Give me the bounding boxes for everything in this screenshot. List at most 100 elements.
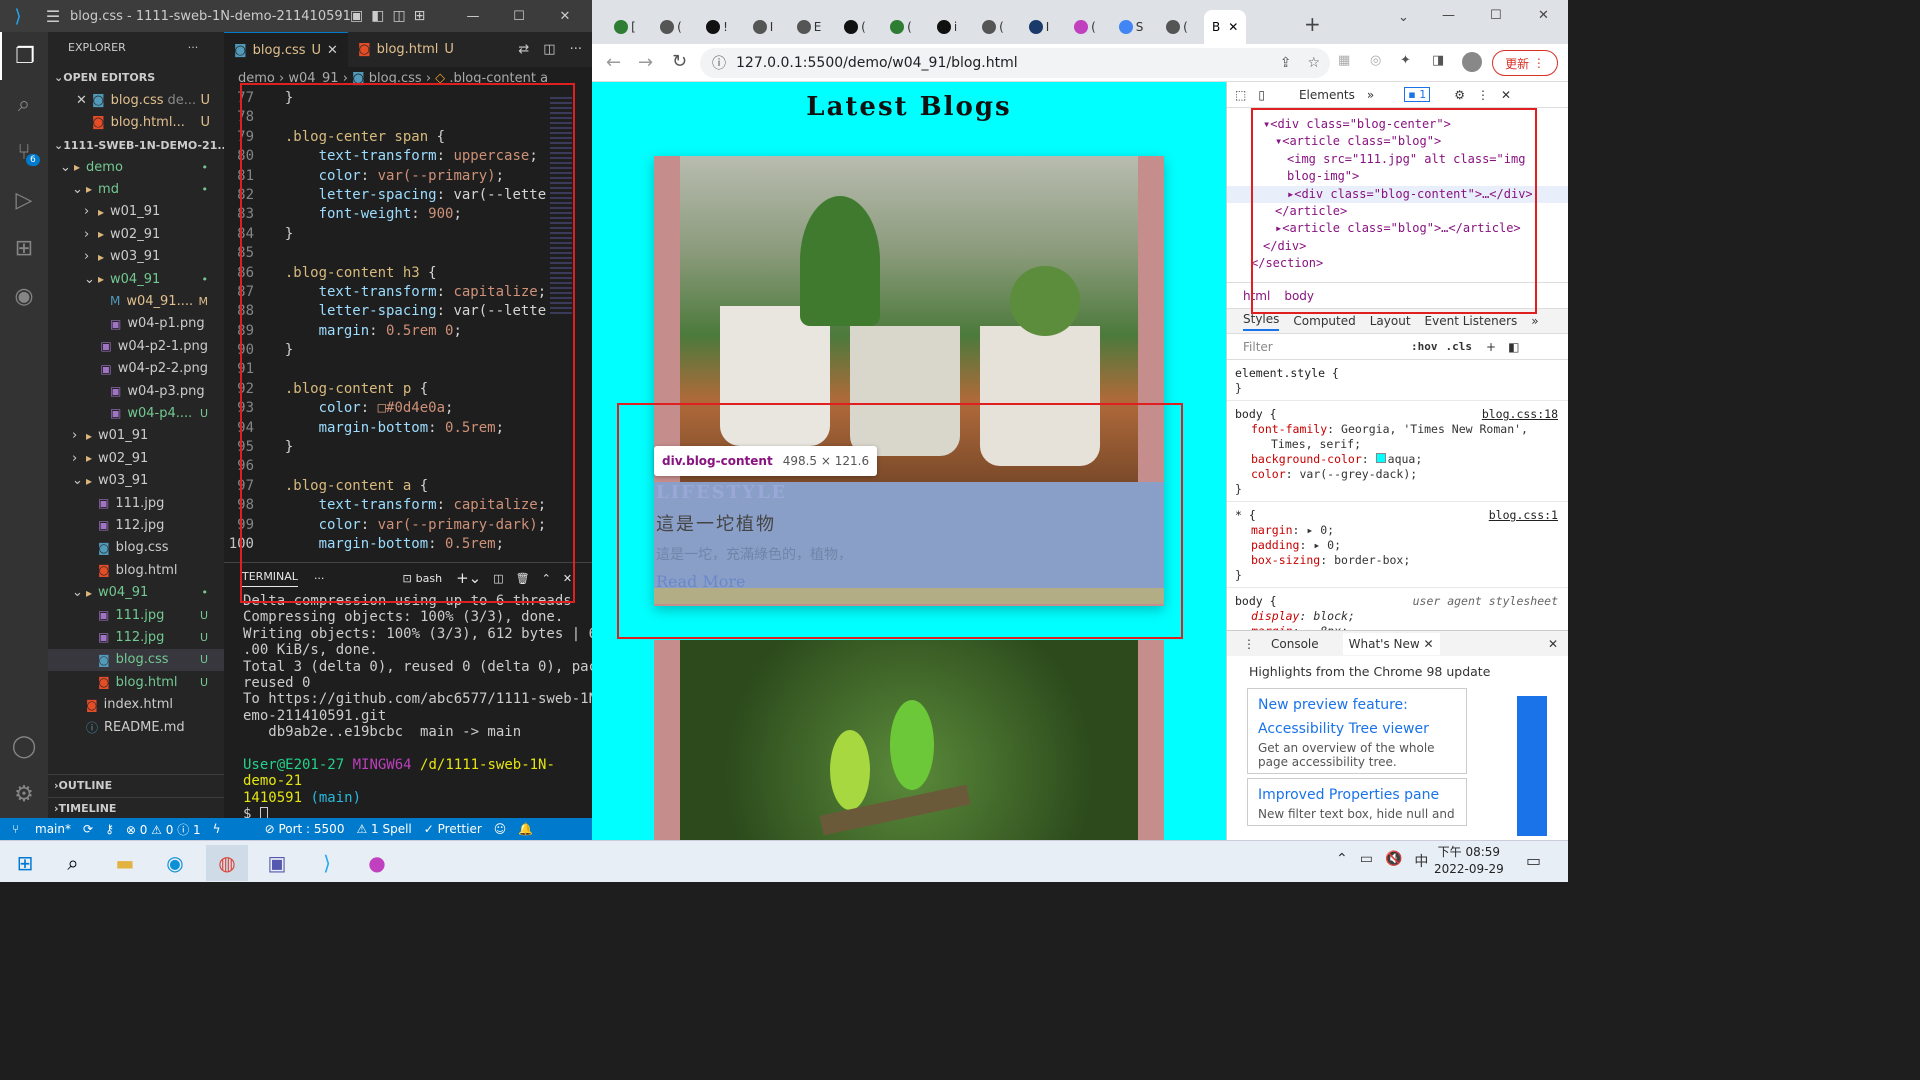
tab-active-blog[interactable]: B ✕ xyxy=(1204,10,1246,44)
more-panel-tabs-icon[interactable]: » xyxy=(1531,314,1538,328)
breadcrumb-item[interactable]: .blog-content a xyxy=(449,71,548,86)
drawer-menu-icon[interactable]: ⋮ xyxy=(1243,637,1255,651)
browser-tab[interactable]: I xyxy=(744,10,782,44)
close-icon[interactable]: ✕ xyxy=(76,93,92,108)
style-rule[interactable]: body {blog.css:18 font-family: Georgia, '… xyxy=(1227,401,1568,502)
edge-icon[interactable]: ◉ xyxy=(154,845,196,881)
issues-badge[interactable]: ▪ 1 xyxy=(1404,87,1431,102)
bookmark-star-icon[interactable]: ☆ xyxy=(1307,55,1320,71)
tree-item[interactable]: Mw04_91.... M xyxy=(48,290,224,312)
tree-item[interactable]: › ▸ w02_91 xyxy=(48,223,224,245)
device-toggle-icon[interactable]: ▯ xyxy=(1258,88,1265,102)
browser-tab[interactable]: I xyxy=(1020,10,1058,44)
crumb-body[interactable]: body xyxy=(1284,289,1314,303)
run-debug-icon[interactable]: ▷ xyxy=(0,176,48,224)
share-icon[interactable]: ⇪ xyxy=(1280,55,1292,71)
browser-tab[interactable]: E xyxy=(790,10,828,44)
notification-center-icon[interactable]: ▭ xyxy=(1526,851,1541,870)
extension-icon[interactable]: ▦ xyxy=(1338,53,1350,68)
account-icon[interactable]: ◯ xyxy=(0,722,48,770)
tree-item[interactable]: ⌄ ▸ w04_91 • xyxy=(48,582,224,604)
source-control-icon[interactable]: ⑂ 6 xyxy=(0,128,48,176)
extensions-icon[interactable]: ⊞ xyxy=(0,224,48,272)
crumb-html[interactable]: html xyxy=(1243,289,1270,303)
cls-toggle[interactable]: .cls xyxy=(1446,340,1473,353)
url-text[interactable]: 127.0.0.1:5500/demo/w04_91/blog.html xyxy=(736,55,1018,71)
dom-node[interactable]: </div> xyxy=(1227,238,1568,255)
settings-gear-icon[interactable]: ⚙ xyxy=(0,770,48,818)
branch-status[interactable]: ⑂ main* xyxy=(12,822,71,836)
timeline-header[interactable]: › TIMELINE xyxy=(48,797,224,819)
tree-item[interactable]: › ▸ w01_91 xyxy=(48,425,224,447)
tab-styles[interactable]: Styles xyxy=(1243,312,1280,331)
browser-tab[interactable]: ( xyxy=(882,10,920,44)
minimize-button[interactable]: — xyxy=(450,9,496,24)
tree-item[interactable]: › ▸ w02_91 xyxy=(48,447,224,469)
dom-node[interactable]: <img src="111.jpg" alt class="img xyxy=(1227,151,1568,168)
styles-rules[interactable]: element.style {} body {blog.css:18 font-fa… xyxy=(1227,360,1568,630)
info-icon[interactable]: ⓘ xyxy=(712,53,726,73)
vscode-taskbar-icon[interactable]: ⟩ xyxy=(306,845,348,881)
tree-item[interactable]: ◙ blog.html U xyxy=(48,671,224,693)
close-tab-icon[interactable]: ✕ xyxy=(1228,20,1238,34)
live-server-port[interactable]: ⊘ Port : 5500 xyxy=(265,822,345,836)
sync-status[interactable]: ⟳ xyxy=(83,822,93,836)
layout-icons[interactable]: ▣◧◫⊞ xyxy=(350,8,450,24)
tree-item[interactable]: ⌄ ▸ md • xyxy=(48,178,224,200)
breadcrumb-item[interactable]: demo xyxy=(238,71,275,86)
tree-item[interactable]: ◙ blog.css xyxy=(48,537,224,559)
code-editor[interactable]: 77 } 78 79 .blog-center span {80 text-tran… xyxy=(224,89,555,562)
styles-filter-input[interactable]: Filter xyxy=(1243,340,1411,354)
spell-status[interactable]: ⚠ 1 Spell xyxy=(356,822,411,836)
tab-console[interactable]: Console xyxy=(1271,637,1319,651)
browser-tab[interactable]: ( xyxy=(974,10,1012,44)
dom-node[interactable]: ▸<div class="blog-content">…</div> xyxy=(1227,185,1568,204)
minimap[interactable] xyxy=(546,89,592,562)
tab-whats-new[interactable]: What's New ✕ xyxy=(1342,632,1440,655)
style-rule[interactable]: * {blog.css:1 margin: ▸ 0; padding: ▸ 0; bo… xyxy=(1227,502,1568,588)
tray-overflow-icon[interactable]: ⌃ xyxy=(1336,851,1348,871)
tree-item[interactable]: ▣ w04-p4.... U xyxy=(48,402,224,424)
dom-node[interactable]: ▾<div class="blog-center"> xyxy=(1227,116,1568,133)
update-button[interactable]: 更新 ⋮ xyxy=(1492,50,1558,76)
chrome-close-button[interactable]: ✕ xyxy=(1538,8,1549,23)
devtools-settings-icon[interactable]: ⚙ xyxy=(1454,88,1465,102)
style-rule[interactable]: element.style {} xyxy=(1227,360,1568,401)
tab-terminal[interactable]: TERMINAL xyxy=(242,570,298,587)
close-window-button[interactable]: ✕ xyxy=(542,9,588,24)
tree-item[interactable]: ▣ w04-p1.png xyxy=(48,313,224,335)
tab-event-listeners[interactable]: Event Listeners xyxy=(1425,314,1518,328)
split-terminal-icon[interactable]: ◫ xyxy=(493,572,503,585)
toggle-sidebar-icon[interactable]: ◧ xyxy=(1508,340,1519,354)
tree-item[interactable]: ◙ blog.html xyxy=(48,559,224,581)
dom-node[interactable]: blog-img"> xyxy=(1227,168,1568,185)
lightning-icon[interactable]: ϟ xyxy=(213,822,221,836)
teams-icon[interactable]: ▣ xyxy=(256,845,298,881)
network-icon[interactable]: ▭ xyxy=(1360,851,1373,871)
profile-avatar[interactable] xyxy=(1462,52,1482,72)
remote-icon[interactable]: ⚷ xyxy=(105,822,114,836)
forward-icon[interactable]: → xyxy=(638,52,653,73)
chrome-minimize-button[interactable]: — xyxy=(1442,8,1455,23)
tree-item[interactable]: ⌄ ▸ w03_91 xyxy=(48,470,224,492)
dom-node[interactable]: </article> xyxy=(1227,203,1568,220)
open-editor-item[interactable]: ◙ blog.html... U xyxy=(48,111,224,133)
breadcrumb-item[interactable]: w04_91 xyxy=(288,71,338,86)
dom-node[interactable]: ▸<article class="blog">…</article> xyxy=(1227,220,1568,237)
tab-blog-html[interactable]: ◙ blog.html U xyxy=(348,32,464,67)
notifications-icon[interactable]: 🔔 xyxy=(518,822,533,836)
browser-tab[interactable]: i xyxy=(928,10,966,44)
back-icon[interactable]: ← xyxy=(606,52,621,73)
chrome-maximize-button[interactable]: ☐ xyxy=(1490,8,1502,23)
breadcrumb-item[interactable]: blog.css xyxy=(369,71,422,86)
terminal-more-icon[interactable]: ··· xyxy=(314,572,325,585)
extension-icon[interactable]: ◎ xyxy=(1370,53,1381,68)
more-tabs-icon[interactable]: » xyxy=(1367,88,1374,102)
close-panel-icon[interactable]: ✕ xyxy=(563,572,572,585)
browser-tab[interactable]: ( xyxy=(652,10,690,44)
tab-elements[interactable]: Elements xyxy=(1299,88,1355,102)
new-tab-button[interactable]: + xyxy=(1304,12,1321,36)
explorer-icon[interactable]: ❐ xyxy=(0,32,48,80)
tree-item[interactable]: › ▸ w03_91 xyxy=(48,246,224,268)
extensions-puzzle-icon[interactable]: ✦ xyxy=(1400,53,1411,68)
